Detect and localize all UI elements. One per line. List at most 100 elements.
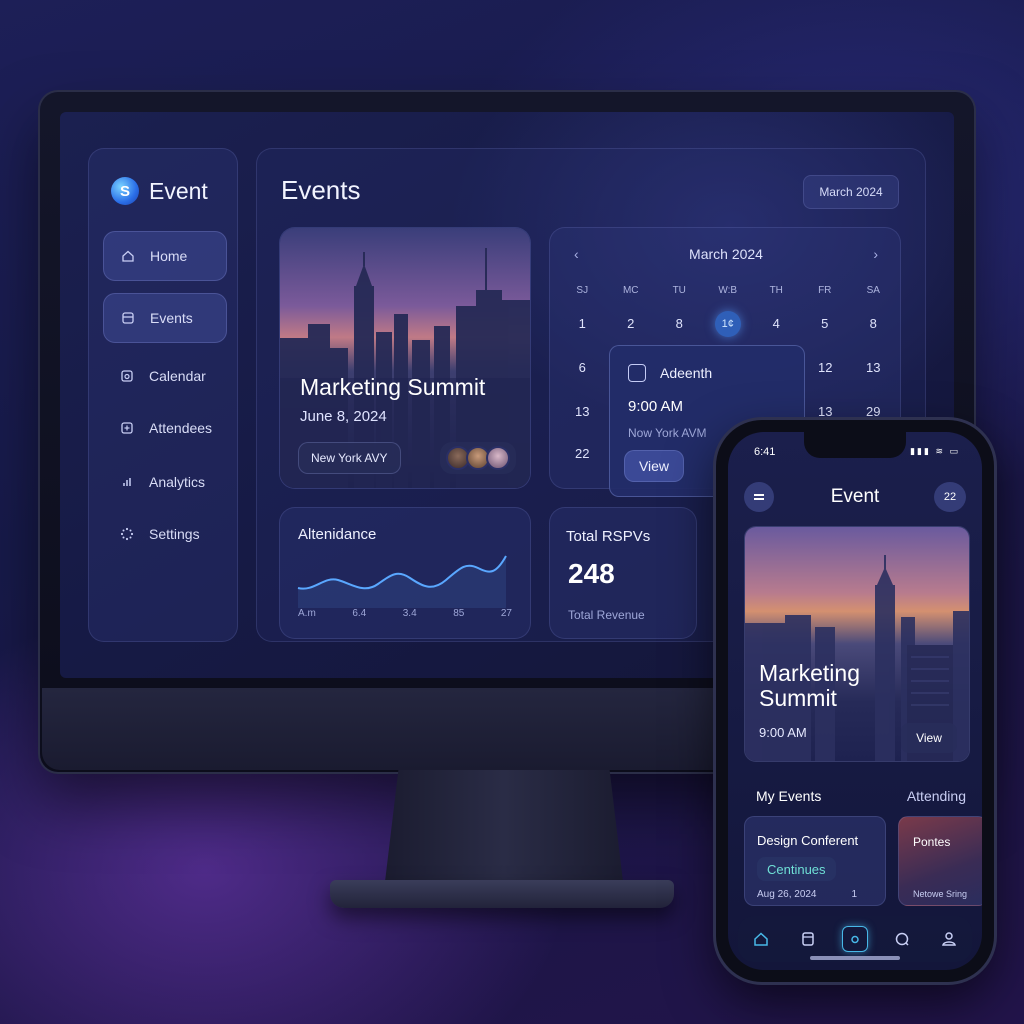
axis-label: 27 [500, 608, 512, 619]
event-item-subtitle: Netowe Sring [913, 889, 968, 899]
attendance-card: Altenidance A.m 6.4 3.4 85 27 [279, 507, 531, 639]
event-item-count: 1 [851, 889, 857, 900]
chevron-left-icon[interactable]: ‹ [574, 246, 579, 262]
sidebar-item-label: Calendar [149, 368, 206, 384]
rsvp-title: Total RSPVs [566, 528, 651, 545]
event-list-item[interactable]: Design Conferent Centinues Aug 26, 2024 … [744, 816, 886, 906]
brand-logo: S [111, 177, 139, 205]
monitor-stand [384, 770, 624, 890]
calendar-day[interactable]: 22 [558, 446, 607, 461]
notification-badge[interactable]: 22 [934, 482, 966, 512]
weekday-label: FR [818, 285, 832, 296]
tab-attending[interactable]: Attending [907, 788, 966, 804]
sidebar-item-label: Analytics [149, 474, 206, 490]
calendar-day[interactable]: 8 [655, 316, 704, 331]
featured-event-card[interactable]: Marketing Summit June 8, 2024 New York A… [279, 227, 531, 489]
sidebar-item-label: Home [150, 248, 188, 264]
analytics-icon [119, 474, 135, 490]
status-time: 6:41 [754, 446, 776, 458]
popover-location: Now York AVM [628, 426, 707, 440]
axis-label: 85 [453, 608, 465, 619]
event-title: Marketing Summit [300, 374, 486, 400]
home-icon[interactable] [748, 926, 774, 952]
event-item-date: Aug 26, 2024 [757, 889, 817, 900]
event-date: June 8, 2024 [300, 408, 387, 425]
sidebar-item-settings[interactable]: Settings [103, 509, 227, 559]
view-button[interactable]: View [901, 723, 957, 753]
calendar-icon [119, 368, 135, 384]
chat-icon[interactable] [889, 926, 915, 952]
calendar-day[interactable]: 1 [558, 316, 607, 331]
calendar-day[interactable]: 6 [558, 360, 607, 375]
phone-screen: 6:41 ▮▮▮ ≋ ▭ Event 22 Marketing Summit 9… [728, 432, 982, 970]
sidebar-item-label: Attendees [149, 420, 213, 436]
event-item-title: Design Conferent [757, 833, 859, 848]
calendar-day[interactable]: 13 [801, 404, 850, 419]
calendar-day[interactable]: 5 [801, 316, 850, 331]
calendar-day[interactable]: 13 [558, 404, 607, 419]
event-list-item[interactable]: Pontes Netowe Sring [898, 816, 982, 906]
sidebar-item-label: Settings [149, 526, 200, 542]
calendar-day[interactable]: 4 [752, 316, 801, 331]
events-icon [120, 310, 136, 326]
bookmark-icon[interactable] [795, 926, 821, 952]
weekday-label: TH [769, 285, 783, 296]
calendar-day[interactable]: 12 [801, 360, 850, 375]
rsvp-subtitle: Total Revenue [568, 608, 645, 622]
weekday-label: W:B [718, 285, 738, 296]
attendees-icon [119, 420, 135, 436]
attendee-avatars[interactable] [440, 442, 516, 474]
camera-icon[interactable] [841, 926, 868, 952]
calendar-week: 1 2 8 1¢ 4 5 8 [558, 307, 898, 340]
attendance-title: Altenidance [298, 526, 377, 543]
home-icon [120, 248, 136, 264]
rsvp-card: Total RSPVs 248 Total Revenue [549, 507, 697, 639]
popover-event-name: Adeenth [660, 365, 713, 381]
event-item-title: Pontes [913, 835, 951, 849]
weekday-row: SJ MC TU W:B TH FR SA [558, 274, 898, 307]
avatar [486, 446, 510, 470]
brand[interactable]: S Event [111, 177, 208, 205]
calendar-day-today[interactable]: 1¢ [704, 310, 753, 337]
view-button[interactable]: View [624, 450, 684, 482]
calendar-day[interactable]: 13 [849, 360, 898, 375]
profile-icon[interactable] [936, 926, 962, 952]
weekday-label: SA [866, 285, 880, 296]
attendance-axis: A.m 6.4 3.4 85 27 [280, 608, 532, 619]
axis-label: A.m [298, 608, 316, 619]
axis-label: 3.4 [402, 608, 417, 619]
event-tabs: My Events Attending [756, 788, 966, 804]
featured-event-card[interactable]: Marketing Summit 9:00 AM View [744, 526, 970, 762]
calendar-day[interactable]: 2 [607, 316, 656, 331]
monitor-base [330, 880, 674, 908]
sidebar-item-events[interactable]: Events [103, 293, 227, 343]
calendar-day[interactable]: 29 [849, 404, 898, 419]
location-chip[interactable]: New York AVY [298, 442, 401, 474]
home-indicator [810, 956, 900, 960]
calendar-header: ‹ March 2024 › [550, 242, 902, 266]
page-title: Events [281, 175, 361, 205]
chevron-right-icon[interactable]: › [873, 246, 878, 262]
sidebar-item-label: Events [150, 310, 193, 326]
event-time: 9:00 AM [759, 725, 807, 740]
weekday-label: TU [672, 285, 686, 296]
calendar-month: March 2024 [689, 246, 763, 262]
weekday-label: MC [622, 285, 639, 296]
phone-notch [804, 432, 906, 458]
axis-label: 6.4 [352, 608, 367, 619]
month-selector[interactable]: March 2024 [803, 175, 899, 209]
weekday-label: SJ [576, 285, 589, 296]
event-title: Marketing Summit [759, 660, 860, 711]
sidebar-item-calendar[interactable]: Calendar [103, 351, 227, 401]
calendar-day[interactable]: 8 [849, 316, 898, 331]
tab-my-events[interactable]: My Events [756, 788, 821, 804]
sidebar-item-home[interactable]: Home [103, 231, 227, 281]
event-icon [628, 364, 646, 382]
sidebar-item-attendees[interactable]: Attendees [103, 403, 227, 453]
settings-icon [119, 526, 135, 542]
phone-frame: 6:41 ▮▮▮ ≋ ▭ Event 22 Marketing Summit 9… [716, 420, 994, 982]
sidebar-item-analytics[interactable]: Analytics [103, 457, 227, 507]
attendance-area [298, 556, 506, 608]
sidebar: S Event Home Events Calendar Attendees A… [88, 148, 238, 642]
attendance-line-chart [297, 555, 507, 608]
